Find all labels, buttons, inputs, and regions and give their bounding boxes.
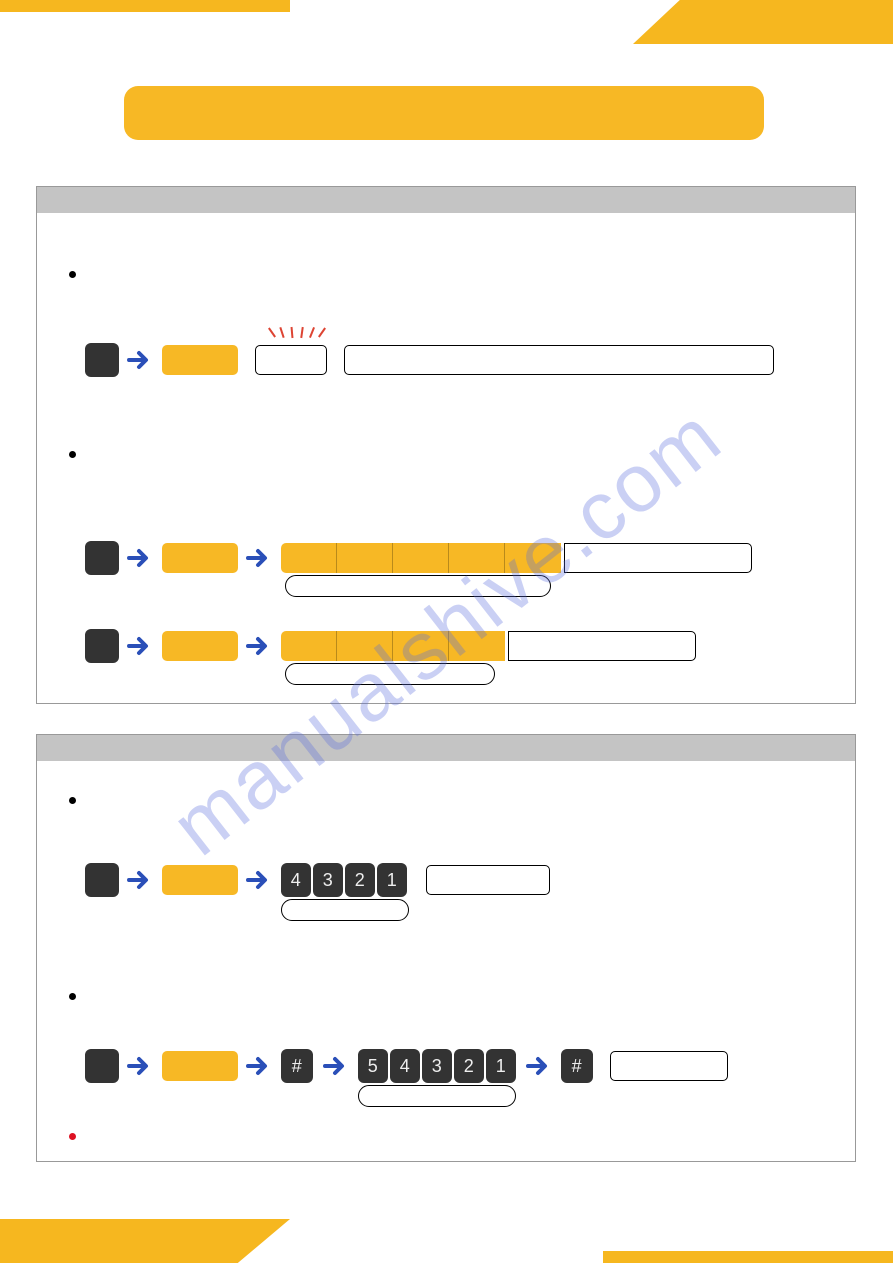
page-title (124, 86, 764, 140)
num-key: 1 (486, 1049, 516, 1083)
arrow-right-icon (127, 870, 153, 890)
dark-key (85, 541, 119, 575)
arrow-right-icon (246, 1056, 272, 1076)
gold-key (162, 543, 238, 573)
gold-segment (393, 631, 449, 661)
bullet-icon (69, 797, 76, 804)
bracket-pill (285, 575, 551, 597)
bullet-icon (69, 993, 76, 1000)
section-1-row-1 (85, 343, 774, 377)
arrow-right-icon (246, 548, 272, 568)
arrow-right-icon (246, 636, 272, 656)
num-key: 2 (454, 1049, 484, 1083)
wide-result-box (426, 865, 550, 895)
gold-segment (281, 543, 337, 573)
section-2-header (37, 735, 855, 761)
wide-result-box (610, 1051, 728, 1081)
num-key: 3 (313, 863, 343, 897)
gold-key (162, 1051, 238, 1081)
section-1-header (37, 187, 855, 213)
gold-segment (505, 543, 561, 573)
arrow-right-icon (127, 548, 153, 568)
gold-key (162, 631, 238, 661)
header-stripe-left (0, 0, 290, 12)
wide-result-box (508, 631, 696, 661)
arrow-right-icon (127, 350, 153, 370)
wide-result-box (564, 543, 752, 573)
bracket-pill (285, 663, 495, 685)
bullet-red-icon (69, 1133, 76, 1140)
bracket-pill (281, 899, 409, 921)
num-key: 1 (377, 863, 407, 897)
num-key: 3 (422, 1049, 452, 1083)
dark-key (85, 863, 119, 897)
gold-segment (337, 543, 393, 573)
gold-segment (393, 543, 449, 573)
header-stripe-right (633, 0, 893, 44)
bullet-icon (69, 451, 76, 458)
arrow-right-icon (127, 636, 153, 656)
hash-key: # (281, 1049, 313, 1083)
footer-stripe-right (603, 1251, 893, 1263)
gold-segment (281, 631, 337, 661)
bullet-icon (69, 271, 76, 278)
gold-key (162, 865, 238, 895)
section-1 (36, 186, 856, 704)
wide-result-box (344, 345, 774, 375)
section-2-row-1: 4321 (85, 863, 550, 897)
gold-segment (449, 543, 505, 573)
num-key: 2 (345, 863, 375, 897)
section-1-row-2a (85, 541, 752, 575)
arrow-right-icon (127, 1056, 153, 1076)
bracket-pill (358, 1085, 516, 1107)
arrow-right-icon (323, 1056, 349, 1076)
flash-box (255, 345, 327, 375)
hash-key: # (561, 1049, 593, 1083)
gold-segment (449, 631, 505, 661)
section-2: 4321 # 54321 # (36, 734, 856, 1162)
dark-key (85, 1049, 119, 1083)
footer-stripe-left (0, 1219, 290, 1263)
arrow-right-icon (526, 1056, 552, 1076)
arrow-right-icon (246, 870, 272, 890)
num-key: 4 (390, 1049, 420, 1083)
num-key: 4 (281, 863, 311, 897)
num-key: 5 (358, 1049, 388, 1083)
section-1-row-2b (85, 629, 696, 663)
gold-segment (337, 631, 393, 661)
dark-key (85, 343, 119, 377)
section-2-row-2: # 54321 # (85, 1049, 728, 1083)
dark-key (85, 629, 119, 663)
gold-key (162, 345, 238, 375)
